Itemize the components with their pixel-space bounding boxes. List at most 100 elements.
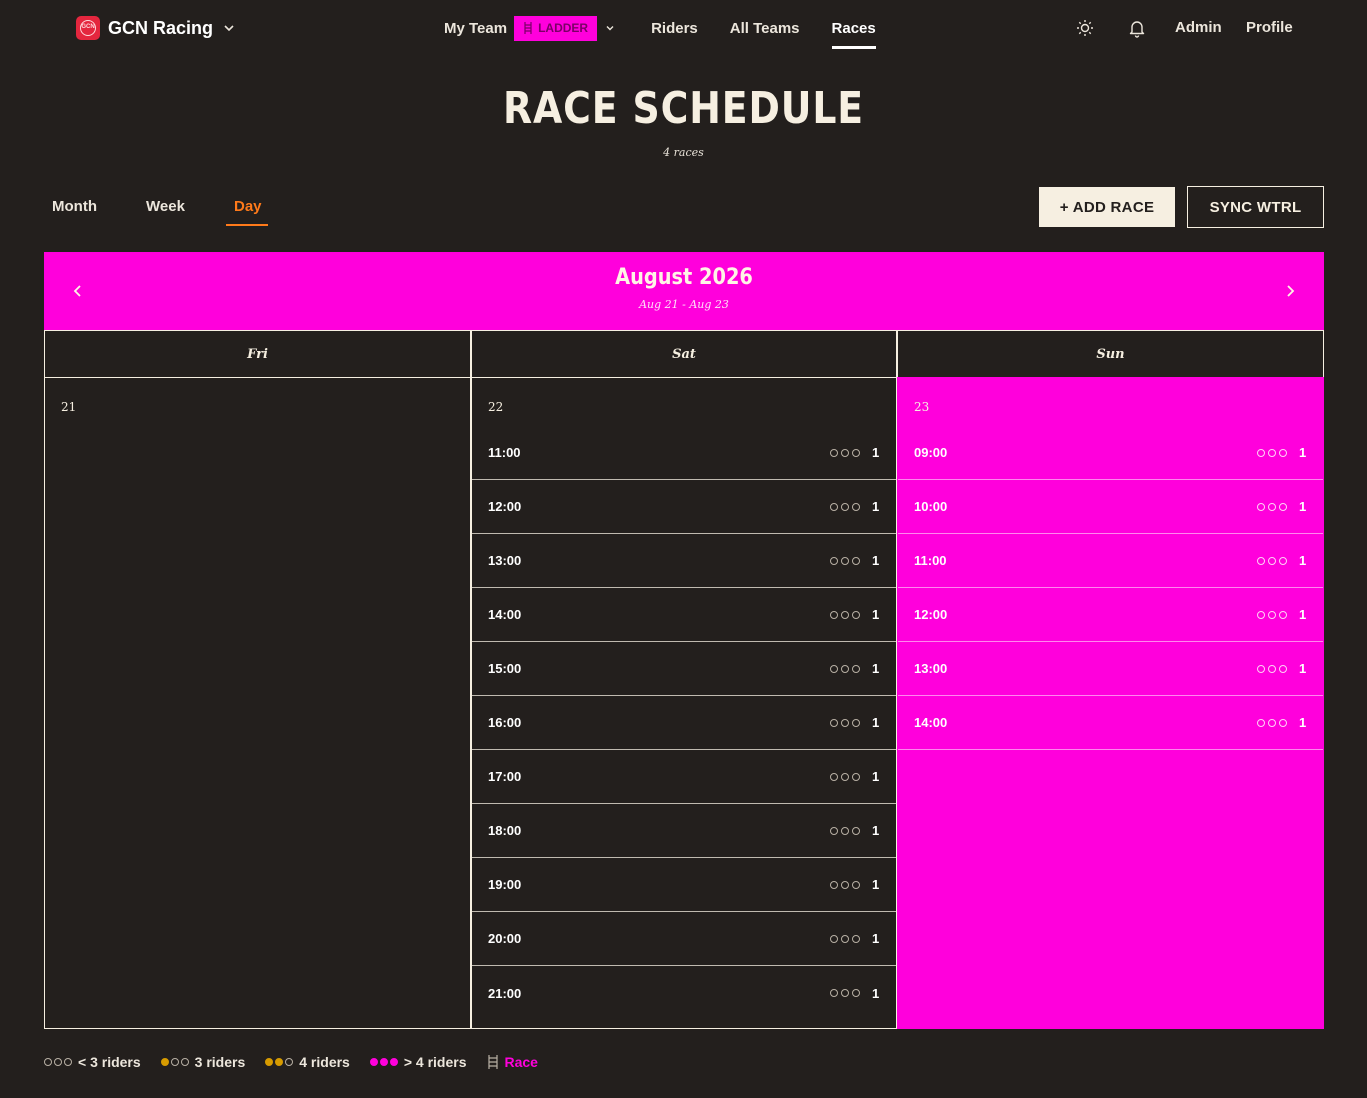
race-time: 13:00	[914, 661, 948, 676]
race-time: 16:00	[488, 715, 522, 730]
ladder-icon	[524, 22, 532, 34]
race-slot[interactable]: 14:00 1	[898, 696, 1323, 750]
main-nav: My Team LADDER Riders All Teams Races	[444, 15, 876, 49]
ladder-badge-label: LADDER	[538, 21, 589, 35]
nav-admin[interactable]: Admin	[1175, 19, 1222, 36]
rider-count: 1	[872, 607, 880, 622]
day-header: Sat	[471, 330, 897, 378]
day-number: 21	[61, 400, 77, 414]
two-filled-dots-icon	[265, 1058, 294, 1066]
race-slot[interactable]: 16:00 1	[472, 696, 896, 750]
race-slot[interactable]: 10:00 1	[898, 480, 1323, 534]
race-slot[interactable]: 13:00 1	[472, 534, 896, 588]
nav-profile[interactable]: Profile	[1246, 19, 1293, 36]
nav-races[interactable]: Races	[831, 20, 876, 49]
nav-my-team[interactable]: My Team	[444, 20, 507, 37]
race-time: 11:00	[914, 553, 947, 568]
day-number: 22	[488, 400, 504, 414]
legend-gt4: > 4 riders	[369, 1054, 467, 1070]
rider-dots-icon	[830, 556, 860, 565]
gcn-logo-icon: GCN	[76, 16, 100, 40]
rider-count: 1	[1299, 715, 1307, 730]
day-column-sun: Sun 23 09:00 1 10:00 1 11:00 1 12:00 1 13:00 1 14:00…	[897, 330, 1324, 1029]
day-header: Fri	[44, 330, 471, 378]
rider-dots-icon	[830, 772, 860, 781]
rider-dots-icon	[1257, 556, 1287, 565]
race-slot[interactable]: 14:00 1	[472, 588, 896, 642]
race-slot[interactable]: 20:00 1	[472, 912, 896, 966]
rider-count: 1	[1299, 661, 1307, 676]
theme-toggle-sun-icon[interactable]	[1075, 18, 1095, 38]
nav-all-teams[interactable]: All Teams	[730, 20, 800, 37]
tab-month[interactable]: Month	[52, 198, 97, 215]
brand-name: GCN Racing	[108, 17, 214, 38]
rider-dots-icon	[830, 989, 860, 997]
day-cell[interactable]: 22 11:00 1 12:00 1 13:00 1 14:00 1 15:00 1 16:00 1 17…	[471, 377, 897, 1029]
notifications-bell-icon[interactable]	[1127, 18, 1147, 38]
day-header: Sun	[897, 330, 1324, 378]
race-count: 4 races	[663, 146, 704, 159]
rider-count: 1	[1299, 607, 1307, 622]
rider-dots-icon	[1257, 610, 1287, 619]
rider-dots-icon	[830, 880, 860, 889]
three-filled-dots-icon	[369, 1058, 398, 1066]
legend-eq3: 3 riders	[160, 1054, 245, 1070]
tab-week[interactable]: Week	[146, 198, 185, 215]
rider-count: 1	[872, 553, 880, 568]
rider-count: 1	[872, 769, 880, 784]
sync-wtrl-button[interactable]: SYNC WTRL	[1187, 186, 1324, 228]
rider-count: 1	[1299, 499, 1307, 514]
ladder-badge[interactable]: LADDER	[514, 15, 598, 41]
race-slot[interactable]: 13:00 1	[898, 642, 1323, 696]
rider-dots-icon	[1257, 718, 1287, 727]
race-slot[interactable]: 15:00 1	[472, 642, 896, 696]
rider-dots-icon	[830, 448, 860, 457]
race-slot[interactable]: 11:00 1	[472, 426, 896, 480]
race-time: 14:00	[488, 607, 522, 622]
team-dropdown-chevron-icon[interactable]	[602, 20, 618, 36]
race-time: 20:00	[488, 931, 522, 946]
rider-count: 1	[872, 823, 880, 838]
legend-eq4: 4 riders	[265, 1054, 350, 1070]
day-cell[interactable]: 23 09:00 1 10:00 1 11:00 1 12:00 1 13:00 1 14:00 1	[897, 377, 1324, 1029]
calendar-date-range: Aug 21 - Aug 23	[639, 298, 729, 311]
page-title: RACE SCHEDULE	[502, 83, 865, 134]
rider-dots-icon	[830, 664, 860, 673]
race-time: 18:00	[488, 823, 522, 838]
brand-switcher[interactable]: GCN GCN Racing	[76, 16, 237, 40]
rider-dots-icon	[1257, 664, 1287, 673]
race-time: 17:00	[488, 769, 522, 784]
rider-count: 1	[872, 877, 880, 892]
race-time: 12:00	[488, 499, 522, 514]
next-period-chevron-icon[interactable]	[1282, 282, 1298, 300]
rider-dots-icon	[1257, 448, 1287, 457]
race-time: 11:00	[488, 445, 521, 460]
race-slot[interactable]: 17:00 1	[472, 750, 896, 804]
race-slot[interactable]: 21:00 1	[472, 966, 896, 1020]
race-slot[interactable]: 11:00 1	[898, 534, 1323, 588]
rider-dots-icon	[830, 718, 860, 727]
day-column-fri: Fri 21	[44, 330, 471, 1029]
empty-dots-icon	[44, 1058, 72, 1066]
race-time: 15:00	[488, 661, 522, 676]
rider-count: 1	[872, 445, 880, 460]
race-slot[interactable]: 09:00 1	[898, 426, 1323, 480]
race-slot[interactable]: 19:00 1	[472, 858, 896, 912]
rider-dots-icon	[830, 610, 860, 619]
day-number: 23	[914, 400, 930, 414]
race-slot[interactable]: 12:00 1	[898, 588, 1323, 642]
active-tab-indicator	[226, 224, 268, 226]
calendar-grid: Fri 21 Sat 22 11:00 1 12:00 1 13:00 1 14:00 1 15:00 1…	[44, 330, 1324, 1029]
race-slot[interactable]: 12:00 1	[472, 480, 896, 534]
tab-day[interactable]: Day	[234, 198, 262, 215]
race-time: 10:00	[914, 499, 948, 514]
rider-count: 1	[872, 715, 880, 730]
rider-count: 1	[1299, 553, 1307, 568]
rider-count: 1	[872, 985, 880, 1001]
nav-riders[interactable]: Riders	[651, 20, 698, 37]
rider-dots-icon	[830, 934, 860, 943]
legend: < 3 riders 3 riders 4 riders > 4 riders …	[44, 1054, 538, 1070]
race-slot[interactable]: 18:00 1	[472, 804, 896, 858]
day-cell[interactable]: 21	[44, 377, 471, 1029]
add-race-button[interactable]: + ADD RACE	[1039, 187, 1175, 227]
